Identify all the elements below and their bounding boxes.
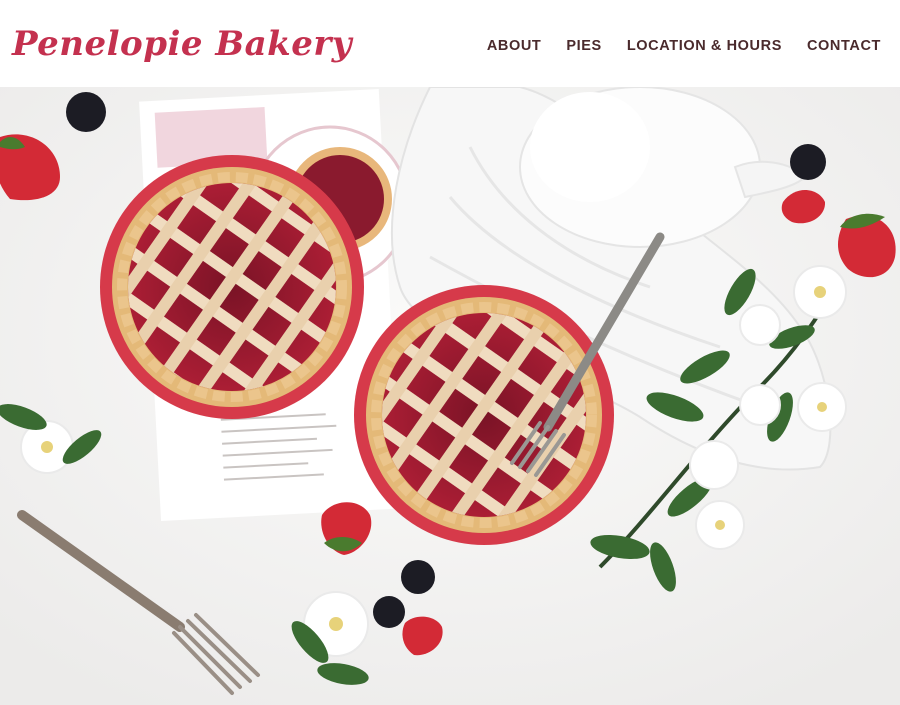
hero-image: [0, 87, 900, 705]
nav-about-link[interactable]: ABOUT: [487, 38, 542, 54]
site-logo[interactable]: Penelopie Bakery: [12, 24, 352, 64]
site-header: Penelopie Bakery ABOUT PIES LOCATION & H…: [0, 0, 900, 87]
main-nav: ABOUT PIES LOCATION & HOURS CONTACT: [487, 38, 881, 54]
nav-pies-link[interactable]: PIES: [566, 38, 601, 54]
pie-icon: [100, 155, 364, 419]
hero-illustration: [0, 87, 900, 705]
nav-contact-link[interactable]: CONTACT: [807, 38, 881, 54]
pie-icon-second: [354, 285, 614, 545]
nav-location-hours-link[interactable]: LOCATION & HOURS: [627, 38, 782, 54]
